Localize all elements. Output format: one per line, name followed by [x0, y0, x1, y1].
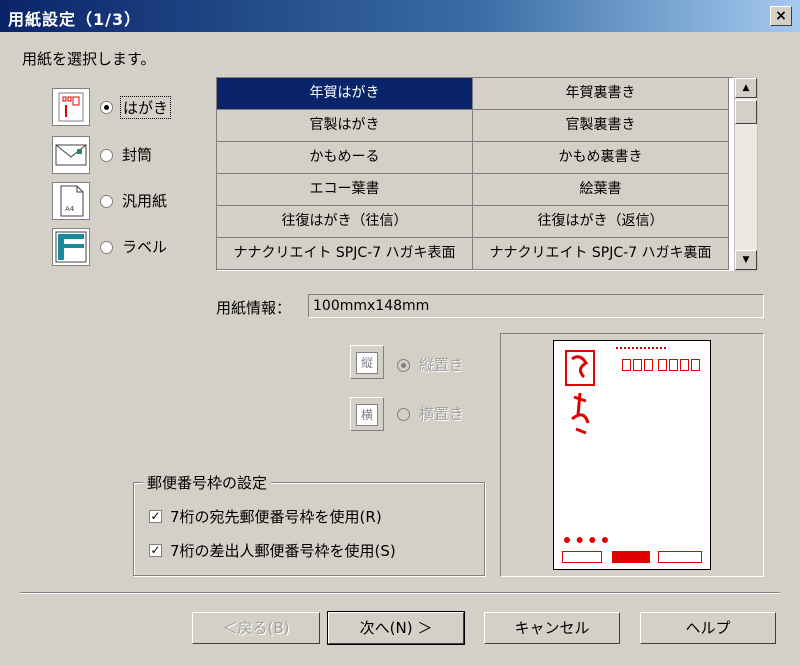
radio-label[interactable]	[100, 241, 113, 254]
paper-cell-nenga[interactable]: 年賀はがき	[217, 78, 473, 110]
radio-postcard-label[interactable]: はがき	[120, 96, 172, 119]
envelope-icon	[52, 136, 90, 174]
paper-info-field: 100mmx148mm	[308, 294, 764, 318]
checkbox-sender-postcode[interactable]: ✓	[149, 544, 162, 557]
stamp-icon	[565, 350, 595, 435]
postal-code-group	[133, 482, 485, 576]
preview-top-dots	[616, 347, 666, 351]
checkbox-recipient-postcode-label[interactable]: 7桁の宛先郵便番号枠を使用(R)	[170, 506, 382, 527]
preview-lottery-right	[658, 551, 702, 563]
paper-cell-ehagaki[interactable]: 絵葉書	[473, 174, 729, 206]
paper-cell-kamome[interactable]: かもめーる	[217, 142, 473, 174]
paper-list-scrollbar[interactable]: ▲ ▼	[734, 77, 758, 271]
scroll-thumb[interactable]	[735, 100, 757, 124]
paper-cell-echo[interactable]: エコー葉書	[217, 174, 473, 206]
paper-info-label: 用紙情報：	[216, 299, 292, 317]
portrait-icon: 縦	[350, 345, 384, 379]
title-bar: 用紙設定（1/3） ×	[0, 0, 800, 32]
radio-envelope[interactable]	[100, 149, 113, 162]
preview-lottery-left	[562, 551, 602, 563]
checkbox-recipient-postcode[interactable]: ✓	[149, 510, 162, 523]
paper-cell-kamome-ura[interactable]: かもめ裏書き	[473, 142, 729, 174]
radio-envelope-label[interactable]: 封筒	[122, 144, 152, 165]
preview-sender-postcode	[564, 537, 608, 549]
separator	[20, 592, 780, 594]
plain-paper-icon: A4	[52, 182, 90, 220]
instruction-text: 用紙を選択します。	[22, 50, 156, 68]
arrow-down-icon: ▼	[742, 255, 750, 265]
window-title: 用紙設定（1/3）	[8, 10, 142, 29]
svg-text:A4: A4	[65, 205, 75, 213]
radio-landscape[interactable]	[397, 408, 410, 421]
paper-cell-spjc7-front[interactable]: ナナクリエイト SPJC-7 ハガキ表面	[217, 238, 473, 270]
checkmark-icon: ✓	[150, 509, 161, 523]
paper-cell-spjc7-back[interactable]: ナナクリエイト SPJC-7 ハガキ裏面	[473, 238, 729, 270]
next-button[interactable]: 次へ(N) ＞	[327, 611, 465, 645]
paper-cell-nenga-ura[interactable]: 年賀裏書き	[473, 78, 729, 110]
radio-portrait[interactable]	[397, 359, 410, 372]
preview-lottery-center	[612, 551, 650, 563]
checkbox-sender-postcode-label[interactable]: 7桁の差出人郵便番号枠を使用(S)	[170, 540, 396, 561]
back-button[interactable]: ＜戻る(B)	[192, 612, 320, 644]
checkmark-icon: ✓	[150, 543, 161, 557]
label-icon	[52, 228, 90, 266]
paper-list[interactable]: 年賀はがき 年賀裏書き 官製はがき 官製裏書き かもめーる かもめ裏書き エコー…	[216, 77, 734, 271]
radio-postcard[interactable]	[100, 101, 113, 114]
radio-label-label[interactable]: ラベル	[122, 236, 167, 257]
paper-cell-kansei-ura[interactable]: 官製裏書き	[473, 110, 729, 142]
cancel-button[interactable]: キャンセル	[484, 612, 620, 644]
paper-cell-ofuku-oushin[interactable]: 往復はがき（往信）	[217, 206, 473, 238]
close-button[interactable]: ×	[770, 6, 792, 26]
help-button[interactable]: ヘルプ	[640, 612, 776, 644]
radio-landscape-label[interactable]: 横置き	[419, 403, 464, 424]
radio-plain-paper[interactable]	[100, 195, 113, 208]
scroll-down-button[interactable]: ▼	[735, 250, 757, 270]
paper-preview	[500, 333, 764, 577]
radio-plain-paper-label[interactable]: 汎用紙	[122, 190, 167, 211]
landscape-icon: 横	[350, 397, 384, 431]
scroll-up-button[interactable]: ▲	[735, 78, 757, 98]
paper-cell-ofuku-henshin[interactable]: 往復はがき（返信）	[473, 206, 729, 238]
postcard-preview	[553, 340, 711, 570]
postal-code-group-legend: 郵便番号枠の設定	[143, 472, 272, 493]
radio-portrait-label[interactable]: 縦置き	[419, 354, 464, 375]
postcard-icon	[52, 88, 90, 126]
paper-cell-kansei[interactable]: 官製はがき	[217, 110, 473, 142]
arrow-up-icon: ▲	[742, 83, 750, 93]
close-icon: ×	[775, 8, 787, 24]
